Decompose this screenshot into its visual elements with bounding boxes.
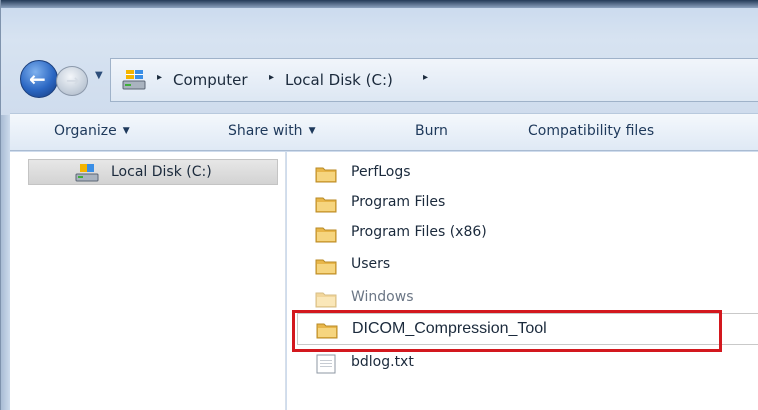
breadcrumb-computer[interactable]: Computer xyxy=(173,71,248,89)
list-item-windows[interactable]: Windows xyxy=(287,285,758,313)
computer-drive-icon xyxy=(122,70,146,90)
breadcrumb-separator-icon: ▸ xyxy=(269,72,275,83)
breadcrumb-local-disk[interactable]: Local Disk (C:) xyxy=(285,71,393,89)
burn-button[interactable]: Burn xyxy=(415,123,448,139)
file-name: PerfLogs xyxy=(351,164,411,180)
folder-icon xyxy=(316,323,338,339)
list-item-users[interactable]: Users xyxy=(287,252,758,280)
organize-label: Organize xyxy=(54,123,117,139)
file-name: DICOM_Compression_Tool xyxy=(352,320,547,337)
window-top-edge xyxy=(1,0,758,8)
file-name: Program Files xyxy=(351,194,446,210)
nav-item-local-disk[interactable]: Local Disk (C:) xyxy=(28,159,278,185)
nav-item-label: Local Disk (C:) xyxy=(111,164,212,180)
burn-label: Burn xyxy=(415,123,448,139)
folder-icon xyxy=(315,197,337,213)
back-button[interactable]: ← xyxy=(20,60,58,98)
command-toolbar: Organize ▼ Share with ▼ Burn Compatibility… xyxy=(10,113,758,151)
folder-icon xyxy=(315,259,337,275)
folder-icon xyxy=(315,167,337,183)
file-name: bdlog.txt xyxy=(351,354,414,370)
share-with-label: Share with xyxy=(228,123,303,139)
forward-arrow-icon: → xyxy=(66,71,80,90)
window-left-edge xyxy=(1,115,10,410)
file-list: PerfLogs Program Files Program Files (x8… xyxy=(287,152,758,410)
list-item-dicom-compression-tool[interactable]: DICOM_Compression_Tool xyxy=(297,313,758,345)
back-arrow-icon: ← xyxy=(29,67,46,91)
compatibility-files-button[interactable]: Compatibility files xyxy=(528,123,654,139)
address-bar[interactable]: ▸ Computer ▸ Local Disk (C:) ▸ xyxy=(110,58,758,102)
list-item-program-files-x86[interactable]: Program Files (x86) xyxy=(287,220,758,248)
folder-icon xyxy=(315,292,337,308)
navigation-pane: Local Disk (C:) xyxy=(10,152,286,410)
list-item-bdlog-txt[interactable]: bdlog.txt xyxy=(287,350,758,378)
local-disk-icon xyxy=(75,164,99,182)
list-item-program-files[interactable]: Program Files xyxy=(287,190,758,218)
navigation-bar: ← → ▼ ▸ Computer ▸ Local Disk (C:) ▸ xyxy=(20,58,758,104)
file-name: Users xyxy=(351,256,391,272)
forward-button[interactable]: → xyxy=(56,66,88,96)
recent-pages-dropdown-icon[interactable]: ▼ xyxy=(95,70,103,81)
share-with-button[interactable]: Share with ▼ xyxy=(228,123,315,139)
file-name: Windows xyxy=(351,289,414,305)
text-file-icon xyxy=(316,354,336,374)
list-item-perflogs[interactable]: PerfLogs xyxy=(287,160,758,188)
breadcrumb-separator-icon[interactable]: ▸ xyxy=(423,72,428,83)
folder-icon xyxy=(315,227,337,243)
file-name: Program Files (x86) xyxy=(351,224,487,240)
organize-button[interactable]: Organize ▼ xyxy=(54,123,130,139)
compatibility-files-label: Compatibility files xyxy=(528,123,655,139)
breadcrumb-separator-icon: ▸ xyxy=(157,72,163,83)
chevron-down-icon: ▼ xyxy=(308,126,316,136)
chevron-down-icon: ▼ xyxy=(122,126,130,136)
